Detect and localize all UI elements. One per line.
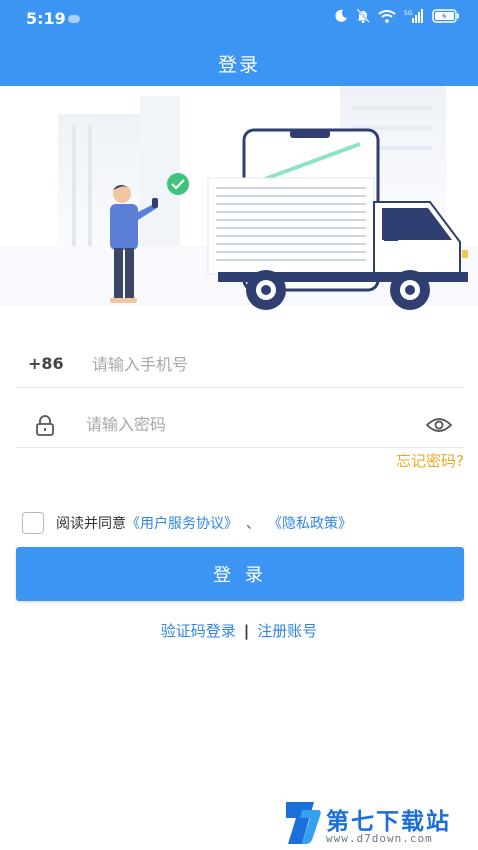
register-link[interactable]: 注册账号 xyxy=(257,622,317,640)
links-divider: | xyxy=(243,622,250,640)
code-login-link[interactable]: 验证码登录 xyxy=(161,622,236,640)
eye-icon[interactable] xyxy=(426,416,452,434)
moon-icon xyxy=(335,9,347,22)
login-button[interactable]: 登 录 xyxy=(16,547,464,601)
agreement-separator: 、 xyxy=(246,516,260,532)
signal-icon: 5G xyxy=(404,8,423,23)
agreement-prefix: 阅读并同意 xyxy=(56,516,126,532)
delivery-illustration xyxy=(0,86,478,314)
battery-charging-icon xyxy=(432,8,459,23)
page-title: 登录 xyxy=(217,54,260,76)
bottom-links: 验证码登录 | 注册账号 xyxy=(0,620,478,641)
bell-off-icon xyxy=(356,8,370,23)
phone-field-row: +86 xyxy=(16,342,464,388)
nav-bar: 登录 xyxy=(0,38,478,86)
status-bar: 5:19 5G xyxy=(0,0,478,38)
svg-text:5G: 5G xyxy=(404,10,413,17)
watermark-title: 第七下载站 xyxy=(326,809,451,835)
phone-input[interactable] xyxy=(92,350,422,378)
password-input[interactable] xyxy=(86,410,406,438)
watermark: 第七下载站 www.d7down.com xyxy=(282,800,472,846)
password-field-row xyxy=(16,402,464,448)
status-time: 5:19 xyxy=(26,9,66,28)
notification-icon xyxy=(68,15,80,23)
country-code[interactable]: +86 xyxy=(28,354,64,373)
watermark-logo-icon xyxy=(286,802,321,844)
user-agreement-link[interactable]: 《用户服务协议》 xyxy=(126,513,238,533)
wifi-icon xyxy=(378,9,396,23)
privacy-policy-link[interactable]: 《隐私政策》 xyxy=(268,513,352,533)
agreement-checkbox[interactable] xyxy=(22,512,44,534)
lock-icon xyxy=(36,415,54,436)
watermark-url: www.d7down.com xyxy=(326,832,433,845)
forgot-password-link[interactable]: 忘记密码? xyxy=(396,450,464,471)
agreement-row: 阅读并同意 《用户服务协议》 、 《隐私政策》 xyxy=(22,512,352,534)
status-icons: 5G xyxy=(334,8,460,23)
